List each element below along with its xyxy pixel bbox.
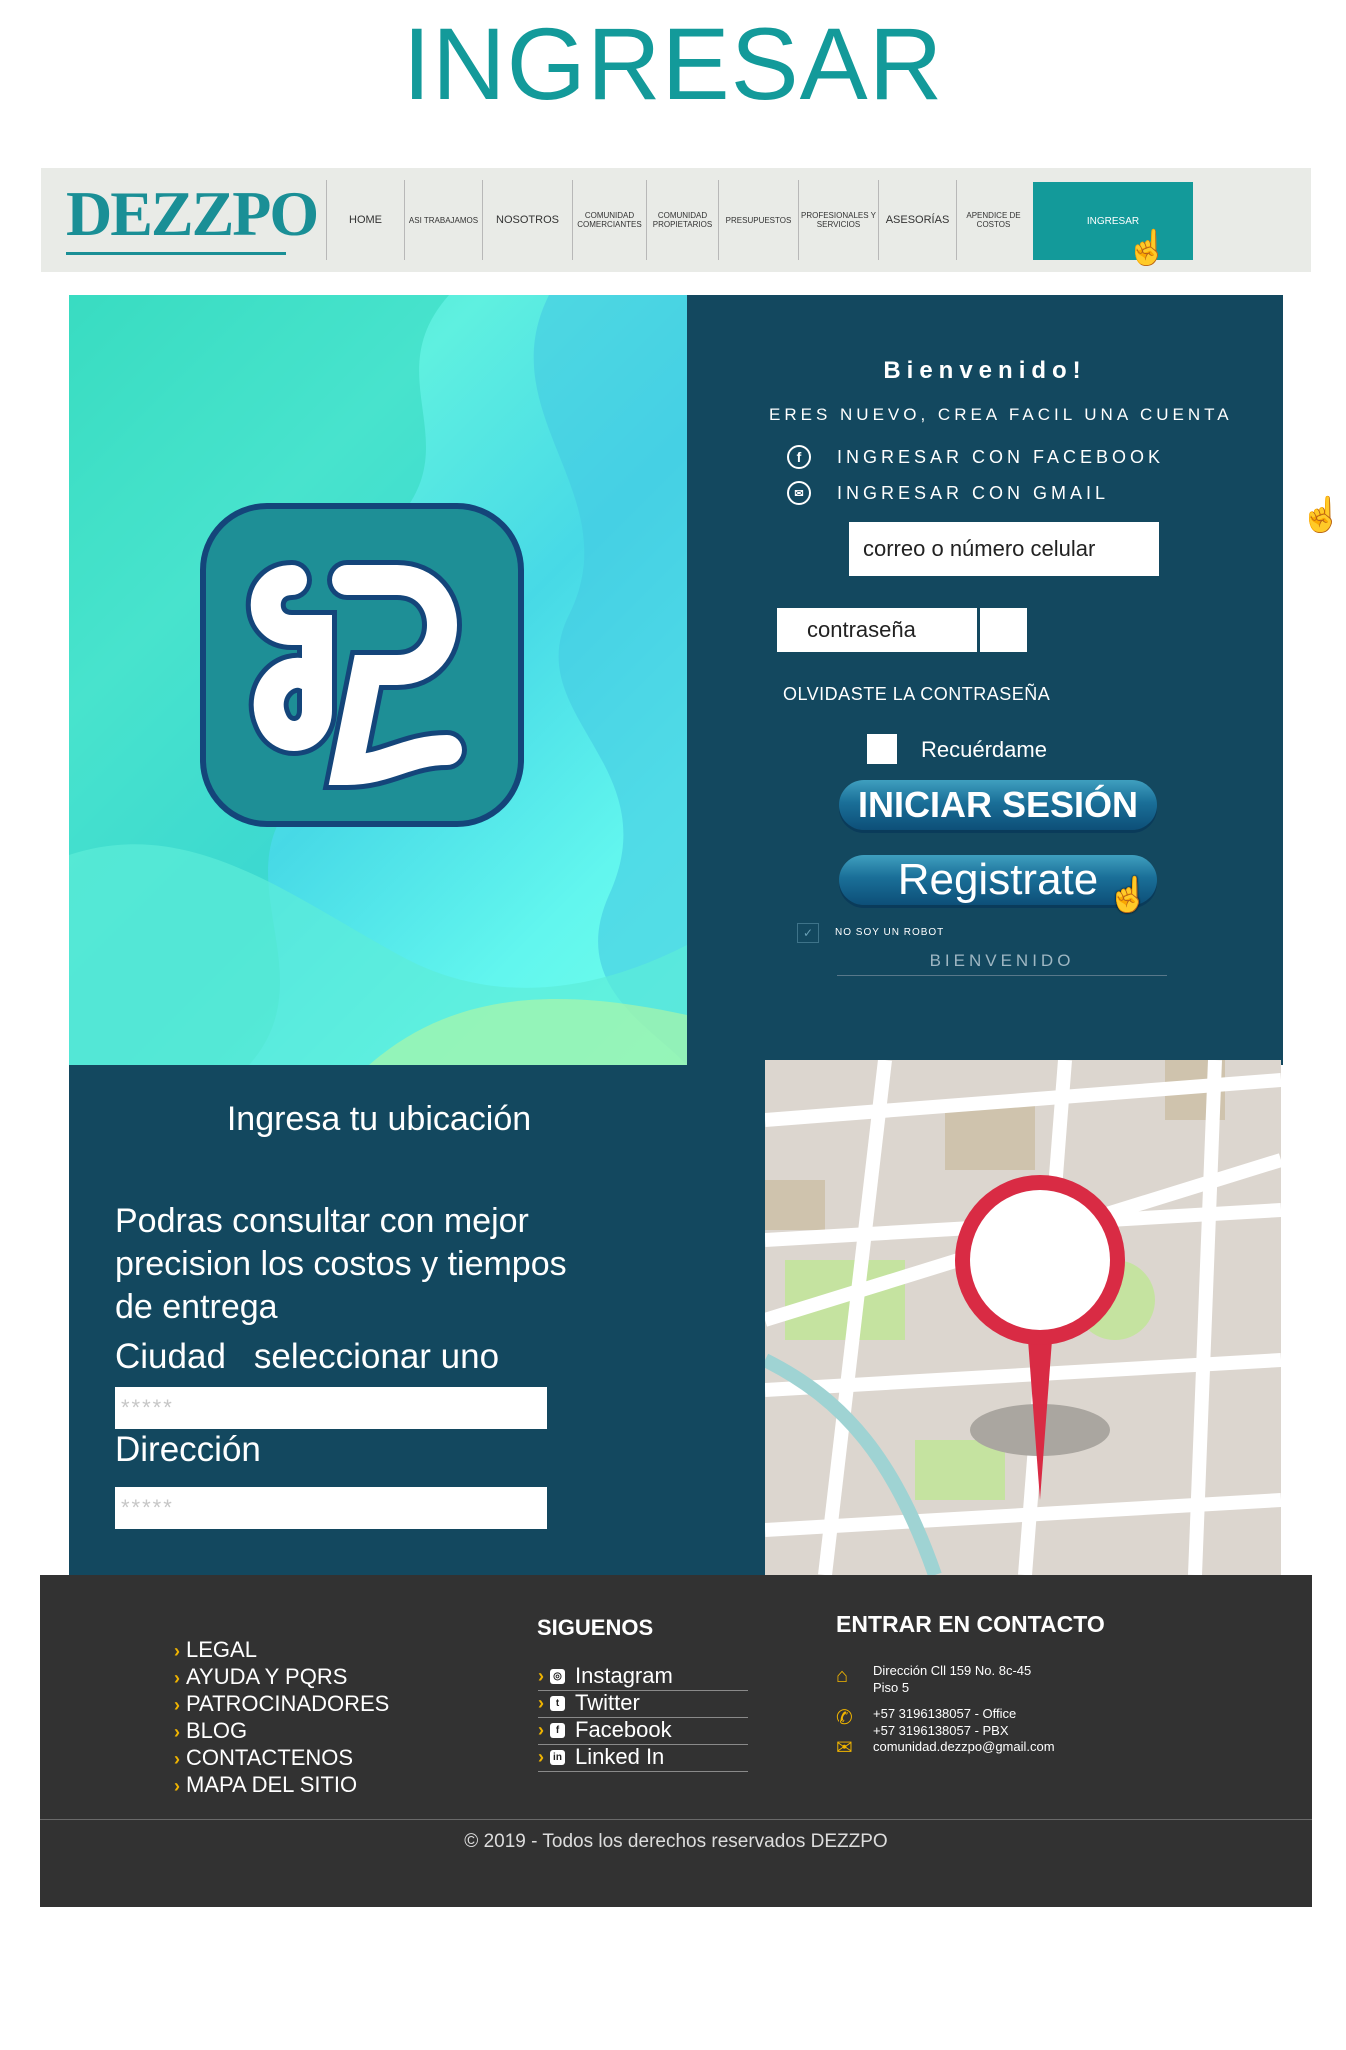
forgot-password-link[interactable]: OLVIDASTE LA CONTRASEÑA [783,684,1050,705]
logo-underline [66,252,286,255]
captcha-label: NO SOY UN ROBOT [835,927,945,938]
mail-icon: ✉ [787,481,811,505]
social-title: SIGUENOS [537,1615,654,1640]
login-button[interactable]: INICIAR SESIÓN [839,780,1157,830]
chevron-right-icon: › [174,1749,180,1769]
nav-apendice-costos[interactable]: APENDICE DE COSTOS [956,180,1030,260]
contact-phones: +57 3196138057 - Office +57 3196138057 - … [873,1706,1017,1738]
footer: › LEGAL › AYUDA Y PQRS › PATROCINADORES › BL… [40,1575,1312,1907]
home-icon: ⌂ [836,1665,849,1687]
nav-home[interactable]: HOME [326,180,404,260]
map-illustration [765,1060,1281,1575]
nav-comunidad-comerciantes[interactable]: COMUNIDAD COMERCIANTES [572,180,646,260]
hand-cursor-icon: ☝ [1300,496,1343,534]
facebook-login[interactable]: f INGRESAR CON FACEBOOK [787,445,1164,469]
chevron-right-icon: › [538,1719,544,1740]
hand-cursor-icon: ☝ [1107,876,1150,914]
nav-profesionales-servicios[interactable]: PROFESIONALES Y SERVICIOS [798,180,878,260]
address-label: Dirección [115,1430,261,1469]
chevron-right-icon: › [538,1665,544,1686]
linkedin-icon: in [550,1749,565,1765]
nav-asesorias[interactable]: ASESORÍAS [878,180,956,260]
welcome-heading: Bienvenido! [883,357,1087,384]
nav-nosotros[interactable]: NOSOTROS [482,180,572,260]
chevron-right-icon: › [174,1776,180,1796]
email-icon: ✉ [836,1737,853,1759]
twitter-icon: t [550,1695,565,1711]
twitter-link[interactable]: › t Twitter [538,1690,748,1718]
hero-illustration [69,295,687,1065]
contact-address: Dirección Cll 159 No. 8c-45 Piso 5 [873,1663,1032,1695]
password-field[interactable]: contraseña [777,608,977,652]
location-description: Podras consultar con mejor precision los… [115,1202,567,1326]
logo-text: DEZZPO [66,178,319,249]
footer-link-blog[interactable]: › BLOG [174,1718,247,1744]
footer-link-legal[interactable]: › LEGAL [174,1637,257,1663]
footer-divider [40,1819,1312,1820]
footer-link-patrocinadores[interactable]: › PATROCINADORES [174,1691,389,1717]
instagram-link[interactable]: › ◎ Instagram [538,1663,748,1691]
chevron-right-icon: › [538,1692,544,1713]
linkedin-link[interactable]: › in Linked In [538,1744,748,1772]
hand-cursor-icon: ☝ [1126,229,1169,267]
footer-link-mapa[interactable]: › MAPA DEL SITIO [174,1772,357,1798]
chevron-right-icon: › [174,1722,180,1742]
footer-link-contactenos[interactable]: › CONTACTENOS [174,1745,353,1771]
chevron-right-icon: › [174,1641,180,1661]
contact-email[interactable]: comunidad.dezzpo@gmail.com [873,1738,1055,1755]
nav-asi-trabajamos[interactable]: ASI TRABAJAMOS [404,180,482,260]
address-input[interactable]: ***** [115,1487,547,1529]
top-navbar: DEZZPO HOME ASI TRABAJAMOS NOSOTROS COMU… [41,168,1311,272]
email-field[interactable]: correo o número celular [849,522,1159,576]
footer-link-ayuda[interactable]: › AYUDA Y PQRS [174,1664,347,1690]
app-icon [197,500,527,830]
dp-logo-icon [200,503,524,827]
bienvenido-footer-text: BIENVENIDO [837,951,1167,976]
phone-icon: ✆ [836,1707,853,1729]
nav-presupuestos[interactable]: PRESUPUESTOS [718,180,798,260]
gmail-login-label: INGRESAR CON GMAIL [837,482,1110,503]
city-label: Ciudad [115,1337,226,1376]
city-input[interactable]: ***** [115,1387,547,1429]
chevron-right-icon: › [174,1695,180,1715]
new-account-text: ERES NUEVO, CREA FACIL UNA CUENTA [769,405,1233,424]
city-select[interactable]: seleccionar uno [254,1337,499,1376]
captcha-checkbox[interactable]: ✓ [797,923,819,943]
location-panel: Ingresa tu ubicación Podras consultar co… [69,1065,765,1575]
remember-checkbox[interactable] [867,734,897,764]
copyright-text: © 2019 - Todos los derechos reservados D… [464,1831,888,1852]
chevron-right-icon: › [538,1746,544,1767]
nav-comunidad-propietarios[interactable]: COMUNIDAD PROPIETARIOS [646,180,718,260]
contact-title: ENTRAR EN CONTACTO [836,1611,1105,1637]
facebook-link[interactable]: › f Facebook [538,1717,748,1745]
location-title: Ingresa tu ubicación [226,1100,532,1138]
location-map[interactable] [765,1060,1281,1575]
remember-label: Recuérdame [921,737,1047,762]
facebook-icon: f [787,445,811,469]
dezzpo-logo[interactable]: DEZZPO [66,178,319,255]
login-panel: Bienvenido! ERES NUEVO, CREA FACIL UNA C… [687,295,1283,1065]
facebook-login-label: INGRESAR CON FACEBOOK [837,446,1165,467]
chevron-right-icon: › [174,1668,180,1688]
facebook-icon: f [550,1722,565,1738]
page-title: INGRESAR [402,7,944,121]
nav-ingresar[interactable]: INGRESAR [1033,182,1193,260]
city-row: Ciudad seleccionar uno [115,1337,499,1377]
gmail-login[interactable]: ✉ INGRESAR CON GMAIL [787,481,1109,505]
show-password-toggle[interactable] [977,608,1027,652]
instagram-icon: ◎ [550,1668,565,1684]
